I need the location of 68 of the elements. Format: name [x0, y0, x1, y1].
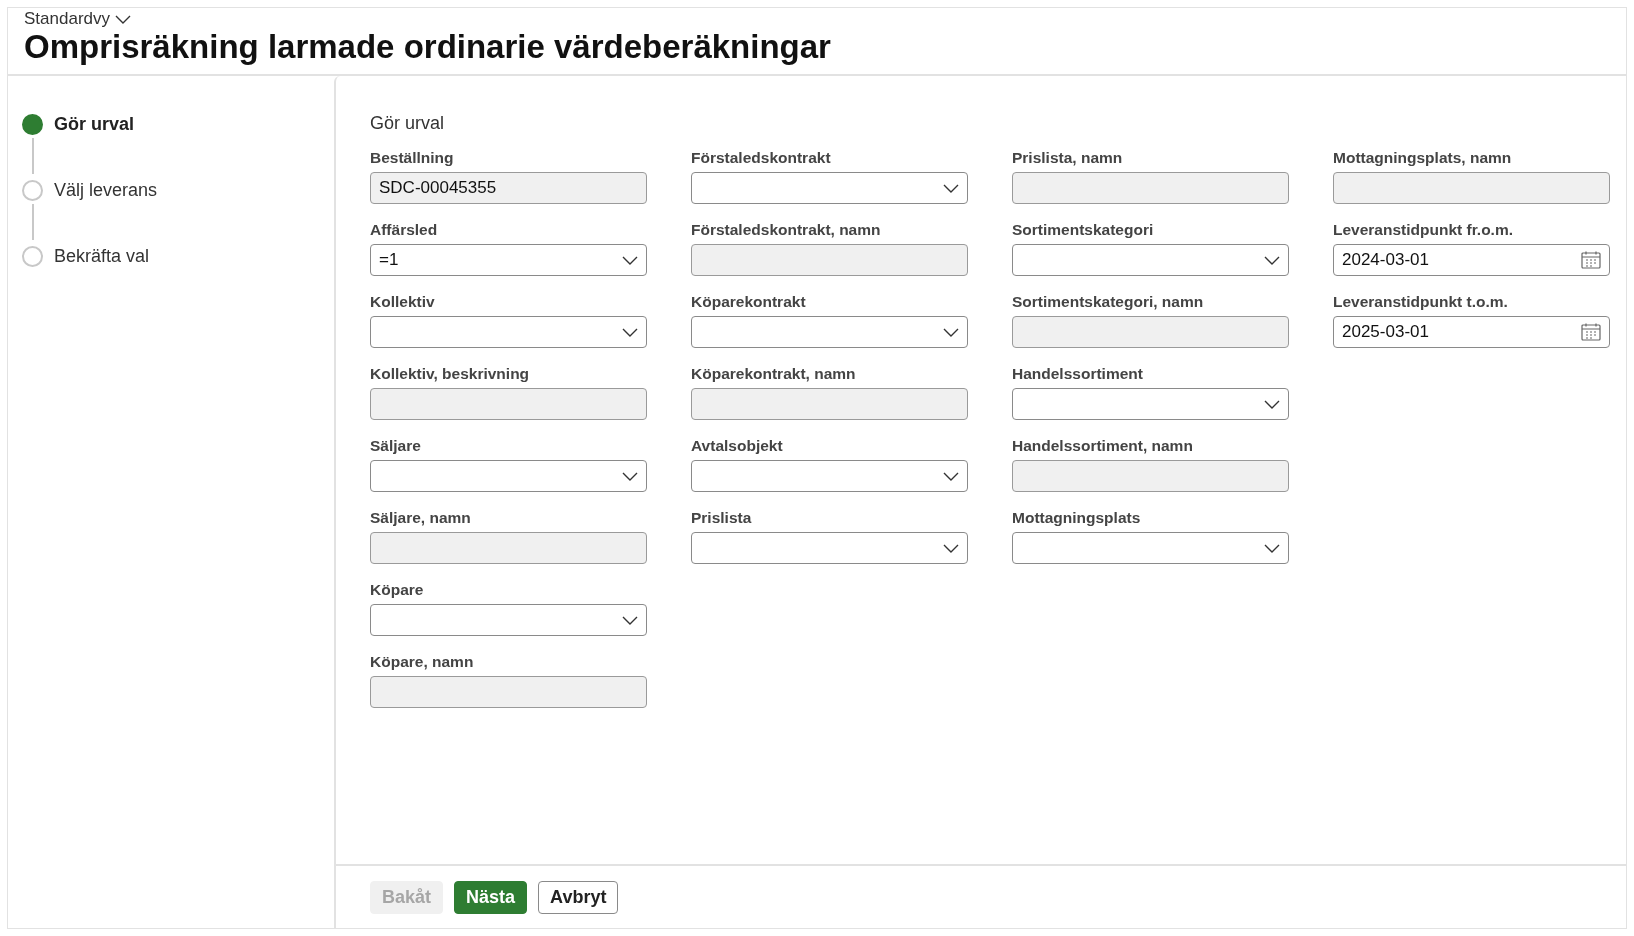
action-button[interactable]: Avbryt [538, 880, 619, 914]
dropdown-field[interactable]: =1 [370, 244, 647, 276]
readonly-field[interactable]: SDC-00045355 [370, 172, 647, 204]
dropdown-field[interactable] [370, 460, 647, 492]
step-label[interactable]: Bekräfta val [54, 245, 150, 267]
field-label: Prislista [691, 508, 753, 528]
readonly-field[interactable] [1333, 172, 1610, 204]
field-label: Förstaledskontrakt [691, 148, 832, 168]
readonly-field[interactable] [1012, 172, 1289, 204]
readonly-field[interactable] [370, 676, 647, 708]
chevron-down-icon [1264, 399, 1280, 409]
step-label[interactable]: Gör urval [54, 113, 135, 135]
field-label: Handelssortiment [1012, 364, 1144, 384]
date-field[interactable]: 2024-03-01 [1333, 244, 1610, 276]
chevron-down-icon [943, 543, 959, 553]
calendar-icon [1581, 323, 1601, 341]
field-label: Köpare [370, 580, 425, 600]
date-field[interactable]: 2025-03-01 [1333, 316, 1610, 348]
readonly-field[interactable] [691, 388, 968, 420]
dropdown-field[interactable] [370, 604, 647, 636]
section-title: Gör urval [370, 112, 445, 134]
dropdown-field[interactable] [1012, 244, 1289, 276]
field-label: Mottagningsplats [1012, 508, 1142, 528]
dropdown-field[interactable] [1012, 388, 1289, 420]
dropdown-field[interactable] [691, 172, 968, 204]
readonly-field[interactable] [1012, 460, 1289, 492]
field-label: Affärsled [370, 220, 439, 240]
field-label: Leveranstidpunkt t.o.m. [1333, 292, 1509, 312]
dropdown-field[interactable] [370, 316, 647, 348]
dropdown-field[interactable] [691, 532, 968, 564]
field-label: Säljare, namn [370, 508, 472, 528]
chevron-down-icon [622, 615, 638, 625]
chevron-down-icon [1264, 255, 1280, 265]
field-label: Förstaledskontrakt, namn [691, 220, 882, 240]
view-selector[interactable]: Standardvy [24, 10, 131, 28]
chevron-down-icon [622, 471, 638, 481]
dropdown-field[interactable] [691, 460, 968, 492]
chevron-down-icon [943, 183, 959, 193]
page-title: Omprisräkning larmade ordinarie värdeberäkningar [24, 28, 832, 66]
field-label: Handelssortiment, namn [1012, 436, 1194, 456]
field-label: Avtalsobjekt [691, 436, 784, 456]
field-label: Leveranstidpunkt fr.o.m. [1333, 220, 1514, 240]
dropdown-field[interactable] [691, 316, 968, 348]
chevron-down-icon [115, 14, 131, 24]
chevron-down-icon [622, 255, 638, 265]
field-label: Köparekontrakt, namn [691, 364, 857, 384]
chevron-down-icon [943, 471, 959, 481]
field-label: Mottagningsplats, namn [1333, 148, 1513, 168]
readonly-field[interactable] [691, 244, 968, 276]
step-label[interactable]: Välj leverans [54, 179, 158, 201]
readonly-field[interactable] [370, 532, 647, 564]
field-label: Sortimentskategori [1012, 220, 1155, 240]
chevron-down-icon [1264, 543, 1280, 553]
field-label: Beställning [370, 148, 455, 168]
calendar-icon [1581, 251, 1601, 269]
readonly-field[interactable] [1012, 316, 1289, 348]
dropdown-field[interactable] [1012, 532, 1289, 564]
chevron-down-icon [622, 327, 638, 337]
field-label: Sortimentskategori, namn [1012, 292, 1205, 312]
field-label: Säljare [370, 436, 422, 456]
field-label: Kollektiv, beskrivning [370, 364, 531, 384]
field-label: Kollektiv [370, 292, 436, 312]
next-button[interactable]: Nästa [454, 880, 528, 914]
field-label: Köparekontrakt [691, 292, 807, 312]
readonly-field[interactable] [370, 388, 647, 420]
field-label: Köpare, namn [370, 652, 475, 672]
chevron-down-icon [943, 327, 959, 337]
field-label: Prislista, namn [1012, 148, 1124, 168]
